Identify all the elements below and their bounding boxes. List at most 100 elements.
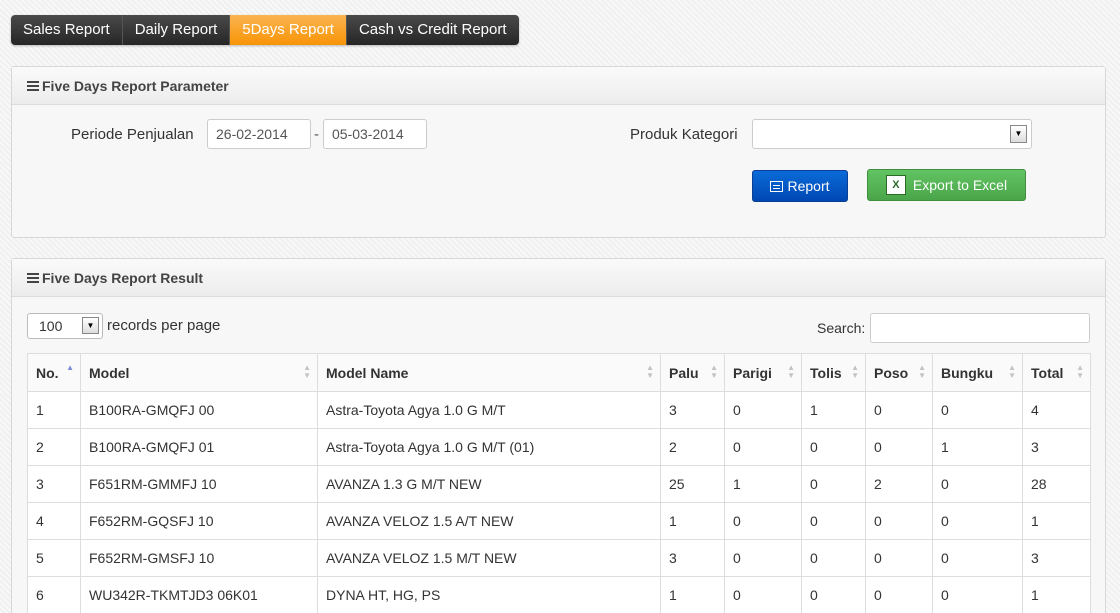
tab-cash-vs-credit-report[interactable]: Cash vs Credit Report [346,15,519,45]
cell-tolis: 1 [801,391,866,429]
column-header-model-name[interactable]: Model Name ▲ ▼ [317,353,661,392]
cell-tolis: 0 [801,502,866,540]
column-header-bungku[interactable]: Bungku ▲ ▼ [932,353,1023,392]
column-header-total[interactable]: Total ▲ ▼ [1022,353,1091,392]
cell-model: F652RM-GMSFJ 10 [80,539,318,577]
search-label: Search: [817,320,866,336]
date-to-input[interactable] [323,119,427,149]
cell-bungku: 0 [932,391,1023,429]
cell-poso: 2 [865,465,933,503]
column-header-tolis[interactable]: Tolis ▲ ▼ [801,353,866,392]
chevron-down-icon[interactable]: ▼ [82,317,99,334]
parameter-panel-title: Five Days Report Parameter [42,77,229,94]
list-icon [770,180,784,192]
sort-icon: ▲ ▼ [918,363,926,380]
cell-palu: 2 [660,428,725,466]
menu-icon [27,271,39,285]
cell-bungku: 0 [932,539,1023,577]
report-button-label: Report [787,178,830,194]
cell-no: 4 [27,502,81,540]
sort-icon: ▲ ▼ [646,363,654,380]
cell-total: 3 [1022,539,1091,577]
period-label: Periode Penjualan [71,126,194,143]
table-row: 3 F651RM-GMMFJ 10 AVANZA 1.3 G M/T NEW 2… [27,465,1091,503]
cell-parigi: 1 [724,465,802,503]
cell-tolis: 0 [801,539,866,577]
cell-parigi: 0 [724,576,802,613]
cell-parigi: 0 [724,391,802,429]
cell-parigi: 0 [724,539,802,577]
column-header-parigi[interactable]: Parigi ▲ ▼ [724,353,802,392]
excel-icon: X [885,175,906,195]
cell-palu: 1 [660,502,725,540]
parameter-panel-header: Five Days Report Parameter [12,67,1105,105]
cell-poso: 0 [865,428,933,466]
cell-total: 3 [1022,428,1091,466]
sort-icon: ▲ [66,363,74,372]
cell-model-name: AVANZA VELOZ 1.5 M/T NEW [317,539,661,577]
category-select[interactable]: ▼ [752,119,1032,149]
sort-icon: ▲ ▼ [710,363,718,380]
sort-icon: ▲ ▼ [787,363,795,380]
cell-poso: 0 [865,576,933,613]
date-separator: - [314,126,319,143]
table-row: 6 WU342R-TKMTJD3 06K01 DYNA HT, HG, PS 1… [27,576,1091,613]
cell-model-name: AVANZA 1.3 G M/T NEW [317,465,661,503]
cell-total: 28 [1022,465,1091,503]
tab-5days-report[interactable]: 5Days Report [230,15,347,45]
cell-total: 4 [1022,391,1091,429]
cell-model: B100RA-GMQFJ 00 [80,391,318,429]
cell-bungku: 0 [932,465,1023,503]
cell-bungku: 1 [932,428,1023,466]
column-header-poso[interactable]: Poso ▲ ▼ [865,353,933,392]
cell-model: F652RM-GQSFJ 10 [80,502,318,540]
report-table: No. ▲ Model ▲ ▼ Model Name ▲ ▼ Palu ▲ ▼ Parigi ▲… [27,353,1091,613]
report-button[interactable]: Report [752,170,848,202]
sort-icon: ▲ ▼ [303,363,311,380]
result-panel-header: Five Days Report Result [12,259,1105,297]
column-header-palu[interactable]: Palu ▲ ▼ [660,353,725,392]
column-header-no[interactable]: No. ▲ [27,353,81,392]
cell-total: 1 [1022,502,1091,540]
cell-poso: 0 [865,539,933,577]
cell-no: 2 [27,428,81,466]
cell-bungku: 0 [932,576,1023,613]
table-row: 4 F652RM-GQSFJ 10 AVANZA VELOZ 1.5 A/T N… [27,502,1091,540]
parameter-panel: Five Days Report Parameter Periode Penju… [11,66,1106,238]
cell-palu: 3 [660,539,725,577]
cell-model-name: AVANZA VELOZ 1.5 A/T NEW [317,502,661,540]
page-size-value: 100 [39,318,63,334]
cell-tolis: 0 [801,576,866,613]
cell-palu: 3 [660,391,725,429]
column-header-model[interactable]: Model ▲ ▼ [80,353,318,392]
cell-parigi: 0 [724,428,802,466]
cell-no: 6 [27,576,81,613]
cell-no: 5 [27,539,81,577]
date-from-input[interactable] [207,119,311,149]
chevron-down-icon[interactable]: ▼ [1010,125,1027,143]
tab-daily-report[interactable]: Daily Report [122,15,231,45]
page-size-select[interactable]: 100 ▼ [27,313,103,339]
cell-model: F651RM-GMMFJ 10 [80,465,318,503]
table-header-row: No. ▲ Model ▲ ▼ Model Name ▲ ▼ Palu ▲ ▼ Parigi ▲… [27,353,1091,392]
sort-icon: ▲ ▼ [1076,363,1084,380]
result-panel: Five Days Report Result 100 ▼ records pe… [11,258,1106,613]
cell-model-name: Astra-Toyota Agya 1.0 G M/T [317,391,661,429]
menu-icon [27,79,39,93]
cell-no: 1 [27,391,81,429]
search-input[interactable] [870,313,1090,343]
sort-icon: ▲ ▼ [851,363,859,380]
export-excel-button[interactable]: X Export to Excel [867,169,1026,201]
table-row: 5 F652RM-GMSFJ 10 AVANZA VELOZ 1.5 M/T N… [27,539,1091,577]
cell-model-name: Astra-Toyota Agya 1.0 G M/T (01) [317,428,661,466]
tab-sales-report[interactable]: Sales Report [11,15,123,45]
report-tabs: Sales Report Daily Report 5Days Report C… [11,15,519,45]
cell-parigi: 0 [724,502,802,540]
sort-icon: ▲ ▼ [1008,363,1016,380]
cell-no: 3 [27,465,81,503]
cell-tolis: 0 [801,428,866,466]
cell-bungku: 0 [932,502,1023,540]
cell-palu: 25 [660,465,725,503]
category-label: Produk Kategori [630,126,738,143]
cell-model: B100RA-GMQFJ 01 [80,428,318,466]
